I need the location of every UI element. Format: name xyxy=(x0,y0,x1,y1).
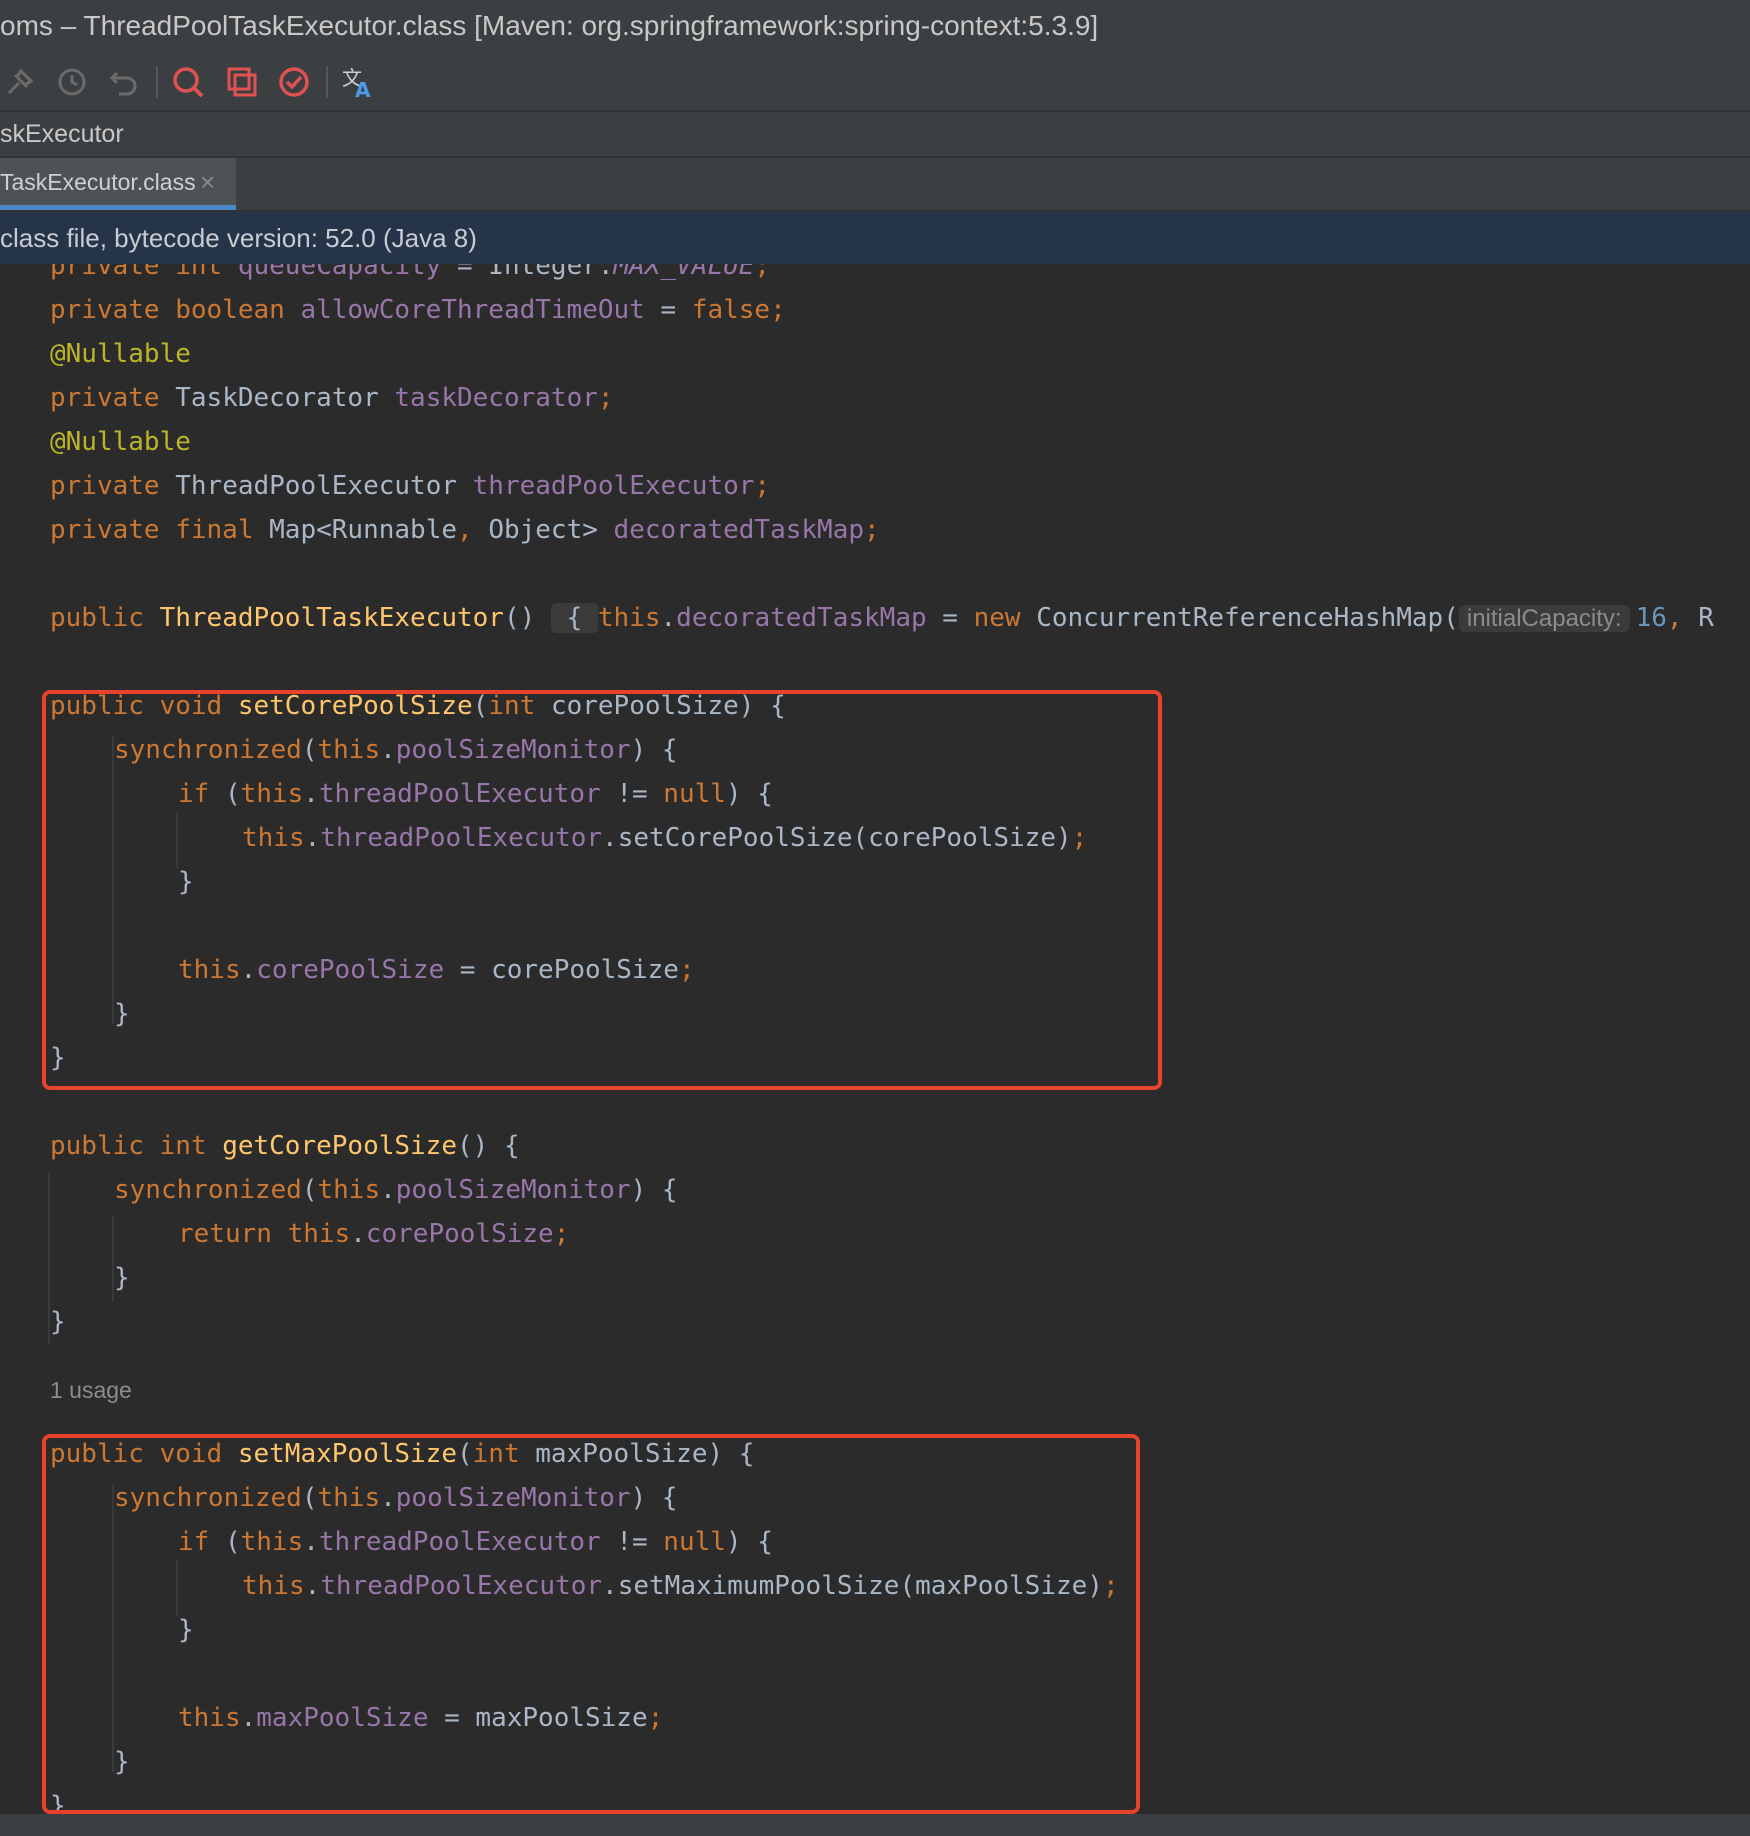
horizontal-scrollbar[interactable] xyxy=(0,1814,1750,1836)
code-line: @Nullable xyxy=(50,339,191,369)
code-line: public ThreadPoolTaskExecutor() { this.d… xyxy=(50,603,1714,633)
search-icon[interactable] xyxy=(170,64,206,100)
copy-icon[interactable] xyxy=(224,64,260,100)
code-line: } xyxy=(50,1307,66,1337)
code-line: @Nullable xyxy=(50,427,191,457)
code-line: private final Map<Runnable, Object> deco… xyxy=(50,515,880,545)
code-line: private ThreadPoolExecutor threadPoolExe… xyxy=(50,471,771,501)
check-icon[interactable] xyxy=(276,64,312,100)
svg-text:A: A xyxy=(355,78,371,99)
code-editor[interactable]: private int queueCapacity = Integer.MAX_… xyxy=(0,264,1750,1814)
translate-icon[interactable]: 文A xyxy=(340,64,376,100)
undo-icon[interactable] xyxy=(106,64,142,100)
breadcrumb: skExecutor xyxy=(0,112,1750,158)
toolbar: 文A xyxy=(0,52,1750,112)
code-line: private boolean allowCoreThreadTimeOut =… xyxy=(50,295,786,325)
editor-tab-bar: TaskExecutor.class × xyxy=(0,158,1750,212)
usage-hint[interactable]: 1 usage xyxy=(50,1370,132,1410)
highlight-box-setmaxpoolsize xyxy=(42,1434,1140,1814)
close-icon[interactable]: × xyxy=(200,158,215,206)
history-icon[interactable] xyxy=(54,64,90,100)
breadcrumb-item[interactable]: skExecutor xyxy=(0,112,124,156)
code-line: public int getCorePoolSize() { xyxy=(50,1131,520,1161)
tab-taskexecutor-class[interactable]: TaskExecutor.class × xyxy=(0,158,236,210)
code-line: } xyxy=(114,1263,130,1293)
window-title-bar: oms – ThreadPoolTaskExecutor.class [Mave… xyxy=(0,0,1750,52)
toolbar-separator xyxy=(156,66,158,98)
pin-icon[interactable] xyxy=(2,64,38,100)
highlight-box-setcorepoolsize xyxy=(42,690,1162,1090)
code-line: private int queueCapacity = Integer.MAX_… xyxy=(50,264,771,281)
code-line: synchronized(this.poolSizeMonitor) { xyxy=(114,1175,678,1205)
decompiled-class-banner: class file, bytecode version: 52.0 (Java… xyxy=(0,212,1750,264)
tab-label: TaskExecutor.class xyxy=(0,169,196,195)
banner-text: class file, bytecode version: 52.0 (Java… xyxy=(0,223,477,253)
code-line: return this.corePoolSize; xyxy=(178,1219,570,1249)
code-line: private TaskDecorator taskDecorator; xyxy=(50,383,614,413)
window-title: oms – ThreadPoolTaskExecutor.class [Mave… xyxy=(0,10,1099,41)
toolbar-separator xyxy=(326,66,328,98)
parameter-hint: initialCapacity: xyxy=(1458,605,1630,632)
